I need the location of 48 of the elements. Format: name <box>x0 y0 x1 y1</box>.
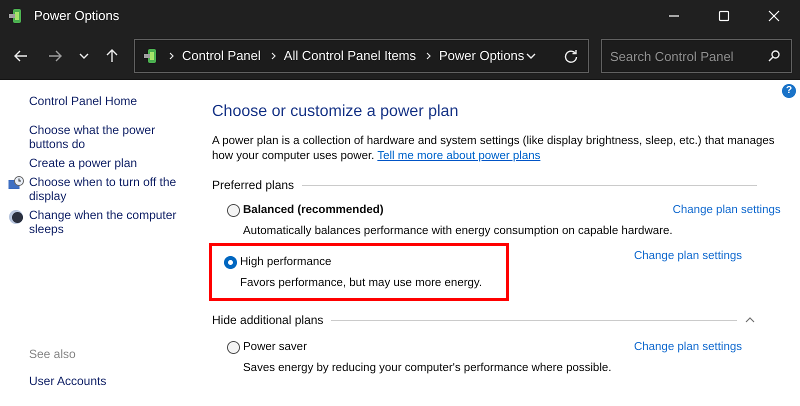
clock-monitor-icon <box>8 176 24 192</box>
plan-name[interactable]: Power saver <box>243 339 307 356</box>
window-title: Power Options <box>34 7 120 26</box>
section-heading: Preferred plans <box>212 177 294 194</box>
up-arrow-icon[interactable] <box>106 49 118 63</box>
address-bar[interactable]: Control Panel All Control Panel Items Power Options <box>134 39 589 73</box>
section-heading[interactable]: Hide additional plans <box>212 311 324 329</box>
help-link[interactable]: Tell me more about power plans <box>377 150 540 162</box>
chevron-right-icon <box>426 52 432 60</box>
chevron-right-icon <box>169 52 174 60</box>
sidebar-link[interactable]: Control Panel Home <box>29 94 179 108</box>
change-plan-link[interactable]: Change plan settings <box>672 202 781 220</box>
change-plan-link[interactable]: Change plan settings <box>634 248 742 265</box>
maximize-icon[interactable] <box>718 10 730 22</box>
battery-icon <box>8 8 24 24</box>
close-icon[interactable] <box>768 10 780 22</box>
intro-text: A power plan is a collection of hardware and system settings (like display brightness, sleep, etc.) that manages how your computer uses power. Tell me more about power plans <box>212 134 776 164</box>
chevron-down-icon[interactable] <box>526 53 536 59</box>
battery-icon <box>143 48 159 64</box>
plan-description: Automatically balances performance with energy consumption on capable hardware. <box>243 224 673 240</box>
breadcrumb[interactable]: Power Options <box>439 46 524 66</box>
section-heading: See also <box>29 346 77 363</box>
forward-arrow-icon[interactable] <box>48 50 62 62</box>
plan-description: Favors performance, but may use more energy. <box>240 276 482 291</box>
sidebar-link[interactable]: Change when the computer sleeps <box>29 208 179 236</box>
radio-button[interactable] <box>227 204 240 218</box>
sidebar-link[interactable]: Create a power plan <box>29 156 179 170</box>
plan-description: Saves energy by reducing your computer's performance where possible. <box>243 361 612 376</box>
page-heading: Choose or customize a power plan <box>212 102 460 122</box>
breadcrumb[interactable]: All Control Panel Items <box>284 46 416 66</box>
plan-name[interactable]: Balanced (recommended) <box>243 202 384 220</box>
refresh-icon[interactable] <box>564 49 578 63</box>
change-plan-link[interactable]: Change plan settings <box>634 339 742 356</box>
breadcrumb[interactable]: Control Panel <box>182 46 261 66</box>
chevron-up-icon[interactable] <box>745 317 755 323</box>
sidebar-link[interactable]: Choose when to turn off the display <box>29 175 179 203</box>
moon-icon <box>8 209 24 225</box>
search-field[interactable]: Search Control Panel <box>601 39 792 73</box>
radio-button[interactable] <box>227 341 240 354</box>
search-icon[interactable] <box>768 50 780 62</box>
chevron-right-icon <box>270 52 276 60</box>
back-arrow-icon[interactable] <box>14 50 28 62</box>
help-button[interactable]: ? <box>782 84 796 98</box>
sidebar-link[interactable]: User Accounts <box>29 372 205 390</box>
sidebar-link[interactable]: Choose what the power buttons do <box>29 123 179 151</box>
radio-button[interactable] <box>224 256 237 269</box>
chevron-down-icon[interactable] <box>79 53 89 59</box>
plan-name[interactable]: High performance <box>240 254 332 271</box>
